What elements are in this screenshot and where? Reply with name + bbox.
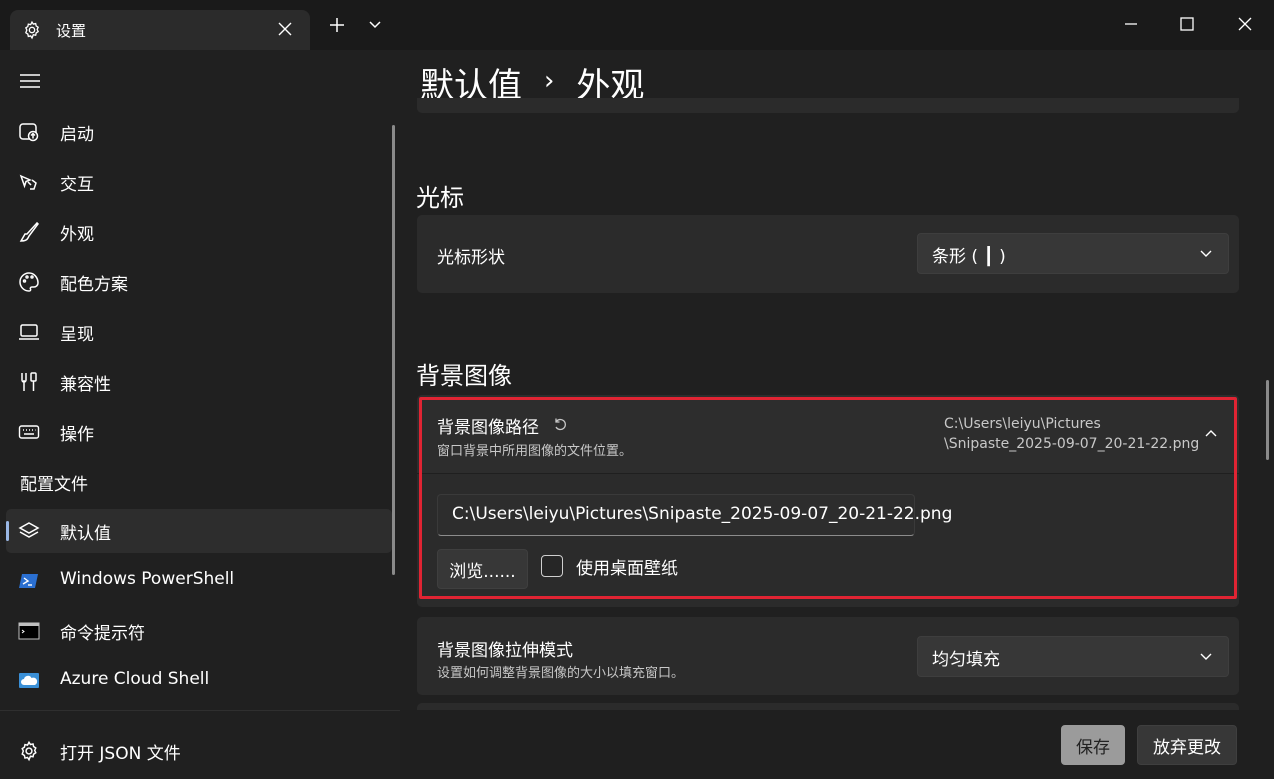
gear-icon: [21, 740, 37, 762]
close-icon: [1238, 17, 1252, 31]
cursor-section-heading: 光标: [416, 184, 464, 212]
keyboard-icon: [18, 425, 40, 439]
tools-icon: [21, 372, 37, 391]
discard-changes-button[interactable]: 放弃更改: [1137, 725, 1237, 765]
sidebar-item-label: 启动: [60, 125, 94, 145]
title-bar: 设置: [0, 0, 1274, 50]
previous-setting-card: [417, 98, 1239, 113]
maximize-button[interactable]: [1158, 0, 1216, 48]
tab-title: 设置: [56, 21, 87, 40]
minimize-icon: [1125, 23, 1137, 25]
main-content: 默认值 › 外观 光标 光标形状 条形 ( ┃ ) 背景图像 背景图像路径 窗口…: [400, 50, 1274, 779]
sidebar-item-startup[interactable]: 启动: [6, 110, 392, 154]
open-json-label: 打开 JSON 文件: [60, 744, 181, 764]
background-section-heading: 背景图像: [416, 362, 512, 390]
azure-icon: [19, 673, 39, 688]
startup-icon: [19, 123, 39, 142]
close-tab-icon[interactable]: [278, 22, 292, 36]
sidebar-divider: [0, 710, 400, 711]
chevron-down-icon: [1200, 250, 1212, 257]
hamburger-menu-icon[interactable]: [18, 70, 42, 92]
laptop-icon: [19, 324, 39, 340]
plus-icon: [330, 18, 344, 32]
sidebar-item-compatibility[interactable]: 兼容性: [6, 360, 392, 404]
stretch-mode-value: 均匀填充: [932, 650, 1000, 670]
gear-icon: [24, 20, 40, 40]
sidebar-item-label: 默认值: [60, 524, 111, 544]
cursor-shape-label: 光标形状: [437, 248, 505, 268]
highlight-box: [419, 397, 1237, 599]
maximize-icon: [1180, 17, 1194, 31]
sidebar-item-label: 配色方案: [60, 275, 128, 295]
sidebar-item-label: 外观: [60, 225, 94, 245]
sidebar-item-interaction[interactable]: 交互: [6, 160, 392, 204]
close-window-button[interactable]: [1216, 0, 1274, 48]
sidebar-item-label: Windows PowerShell: [60, 569, 235, 589]
brush-icon: [19, 221, 39, 242]
sidebar-item-azure[interactable]: Azure Cloud Shell: [6, 659, 392, 703]
sidebar-item-rendering[interactable]: 呈现: [6, 310, 392, 354]
breadcrumb-separator: ›: [544, 65, 555, 96]
sidebar-item-cmd[interactable]: 命令提示符: [6, 609, 392, 653]
powershell-icon: [19, 574, 38, 588]
cmd-icon: [18, 622, 40, 640]
footer-bar: 保存 放弃更改: [400, 710, 1274, 779]
chevron-down-icon: [1200, 653, 1212, 660]
sidebar-item-label: 呈现: [60, 325, 94, 345]
sidebar-item-label: 兼容性: [60, 375, 111, 395]
sidebar-scrollbar[interactable]: [392, 125, 395, 575]
stretch-mode-dropdown[interactable]: 均匀填充: [917, 636, 1229, 677]
sidebar-item-label: Azure Cloud Shell: [60, 669, 210, 689]
palette-icon: [19, 272, 39, 292]
stretch-mode-description: 设置如何调整背景图像的大小以填充窗口。: [437, 666, 685, 681]
settings-tab[interactable]: 设置: [10, 10, 310, 50]
sidebar: 启动 交互 外观 配色方案 呈现 兼容性 操作 配置文件 默认值 Windows…: [0, 50, 400, 779]
stretch-mode-card: 背景图像拉伸模式 设置如何调整背景图像的大小以填充窗口。 均匀填充: [417, 617, 1239, 695]
sidebar-item-defaults[interactable]: 默认值: [6, 509, 392, 553]
sidebar-item-color-schemes[interactable]: 配色方案: [6, 260, 392, 304]
sidebar-item-actions[interactable]: 操作: [6, 410, 392, 454]
sidebar-item-appearance[interactable]: 外观: [6, 210, 392, 254]
sidebar-item-label: 命令提示符: [60, 624, 145, 644]
sidebar-item-label: 交互: [60, 175, 94, 195]
sidebar-item-powershell[interactable]: Windows PowerShell: [6, 559, 392, 603]
new-tab-button[interactable]: [324, 12, 350, 38]
sidebar-item-label: 操作: [60, 425, 94, 445]
cursor-shape-value: 条形 ( ┃ ): [932, 247, 1006, 267]
minimize-button[interactable]: [1102, 0, 1160, 48]
profiles-section-header: 配置文件: [20, 475, 88, 495]
cursor-shape-dropdown[interactable]: 条形 ( ┃ ): [917, 233, 1229, 274]
open-json-button[interactable]: 打开 JSON 文件: [6, 729, 392, 773]
tab-dropdown-button[interactable]: [362, 12, 388, 38]
stretch-mode-title: 背景图像拉伸模式: [437, 641, 573, 661]
chevron-down-icon: [369, 21, 381, 29]
cursor-shape-card: 光标形状 条形 ( ┃ ): [417, 215, 1239, 293]
interaction-icon: [19, 174, 37, 190]
layers-icon: [18, 522, 40, 538]
main-scrollbar[interactable]: [1266, 380, 1269, 460]
save-button[interactable]: 保存: [1061, 725, 1125, 765]
